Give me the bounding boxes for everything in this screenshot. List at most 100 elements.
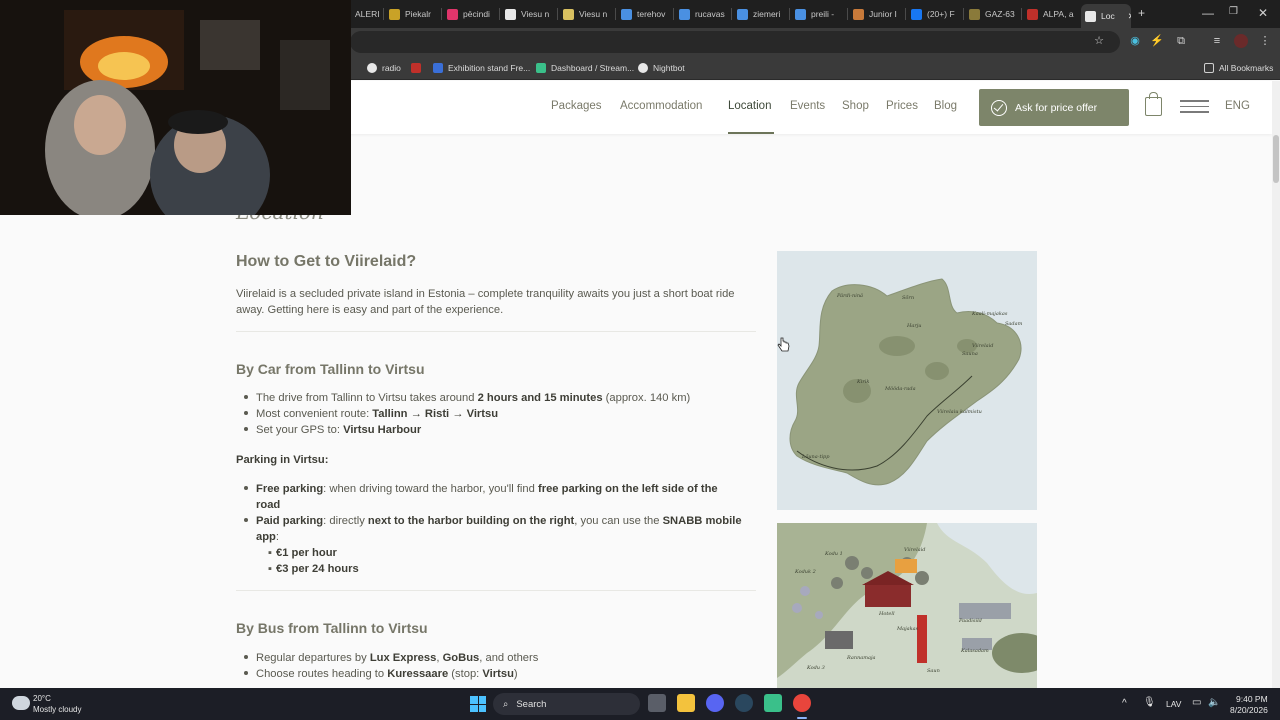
network-icon[interactable]: ▭ — [1192, 697, 1201, 708]
browser-tab[interactable]: preili - — [791, 4, 845, 24]
nav-packages[interactable]: Packages — [551, 100, 602, 112]
browser-tab[interactable]: GAZ-63 — [965, 4, 1019, 24]
browser-tab[interactable]: (20+) F — [907, 4, 961, 24]
clock-date[interactable]: 8/20/2026 — [1230, 705, 1268, 715]
list-item: Regular departures by Lux Express, GoBus… — [244, 650, 754, 666]
bookmark-exhibition[interactable]: Exhibition stand Fre... — [433, 61, 530, 75]
nav-events[interactable]: Events — [790, 100, 825, 112]
nav-shop[interactable]: Shop — [842, 100, 869, 112]
nav-prices[interactable]: Prices — [886, 100, 918, 112]
translate-extension-icon[interactable]: ⚡ — [1150, 34, 1164, 48]
island-map-graphic — [789, 278, 1022, 486]
tab-label: Viesu n — [579, 9, 608, 19]
microphone-icon[interactable]: 🎙 — [1143, 697, 1156, 708]
tab-favicon — [1027, 8, 1038, 20]
star-bookmark-icon[interactable]: ☆ — [1092, 34, 1106, 48]
tab-separator — [847, 8, 848, 20]
tree — [861, 567, 873, 579]
task-view-icon[interactable] — [648, 694, 666, 712]
list-item-continuation: road — [256, 499, 281, 511]
map-label: Kodu 3 — [807, 665, 825, 671]
taskbar-search[interactable]: ⌕ Search — [493, 693, 640, 715]
tab-favicon — [969, 8, 980, 20]
list-item: Most convenient route: Tallinn → Risti →… — [244, 406, 754, 422]
browser-tab[interactable]: Piekalr — [385, 4, 439, 24]
windows-start-icon[interactable] — [470, 696, 486, 712]
new-tab-button[interactable]: + — [1138, 6, 1145, 20]
file-explorer-icon[interactable] — [677, 694, 695, 712]
browser-tab[interactable]: Junior I — [849, 4, 903, 24]
weather-desc: Mostly cloudy — [33, 705, 82, 714]
tab-favicon — [795, 8, 806, 20]
language-selector[interactable]: ENG — [1225, 100, 1250, 112]
nav-accommodation[interactable]: Accommodation — [620, 100, 702, 112]
tab-label: ALPA, a — [1043, 9, 1074, 19]
browser-tab[interactable]: ALERI — [351, 4, 383, 24]
tree — [915, 571, 929, 585]
bookmark-nightbot[interactable]: Nightbot — [638, 61, 685, 75]
close-window-icon[interactable]: ✕ — [1258, 6, 1268, 20]
chrome-icon[interactable] — [793, 694, 811, 712]
shopping-bag-icon[interactable] — [1145, 92, 1162, 116]
main-lodge-building — [865, 583, 911, 607]
maximize-icon[interactable]: ❐ — [1229, 6, 1238, 17]
map-label: Saun — [927, 668, 940, 674]
minimize-icon[interactable]: — — [1202, 6, 1214, 20]
map-label: Mööda-rada — [885, 386, 916, 392]
media-control-icon[interactable]: ≡ — [1210, 34, 1224, 48]
browser-tab[interactable]: Viesu n — [501, 4, 555, 24]
map-label: Koduk 2 — [795, 569, 816, 575]
bus-section-heading: By Bus from Tallinn to Virtsu — [236, 620, 428, 636]
extensions-puzzle-icon[interactable]: ⧉ — [1174, 34, 1188, 48]
exhibition-favicon — [433, 63, 443, 73]
discord-icon[interactable] — [706, 694, 724, 712]
browser-tab[interactable]: pēcindi — [443, 4, 497, 24]
browser-tab[interactable]: ziemeri — [733, 4, 787, 24]
url-field[interactable] — [350, 31, 1120, 53]
map-label: Kirik — [857, 379, 870, 385]
check-circle-icon — [991, 99, 1007, 116]
close-tab-icon[interactable]: ✕ — [1128, 11, 1131, 22]
steam-icon[interactable] — [735, 694, 753, 712]
tab-label: pēcindi — [463, 9, 490, 19]
tab-favicon — [505, 8, 516, 20]
scrollbar-thumb[interactable] — [1273, 135, 1279, 183]
active-app-indicator — [797, 717, 807, 719]
search-icon: ⌕ — [503, 698, 509, 710]
folder-icon — [1204, 63, 1214, 73]
forest-patch — [879, 336, 915, 356]
browser-tab[interactable]: rucavas — [675, 4, 729, 24]
volume-icon[interactable]: 🔈 — [1208, 697, 1220, 708]
nav-location[interactable]: Location — [728, 100, 771, 112]
tab-separator — [441, 8, 442, 20]
shrub — [800, 586, 810, 596]
browser-tab[interactable]: terehov — [617, 4, 671, 24]
profile-avatar[interactable] — [1234, 34, 1248, 48]
chrome-menu-icon[interactable]: ⋮ — [1258, 34, 1272, 48]
hamburger-menu-icon[interactable] — [1180, 100, 1209, 114]
all-bookmarks[interactable]: All Bookmarks — [1204, 61, 1273, 75]
tray-chevron-icon[interactable]: ^ — [1122, 698, 1127, 709]
list-item: Set your GPS to: Virtsu Harbour — [244, 422, 754, 438]
map-label: Viirelaid — [972, 343, 994, 349]
nav-blog[interactable]: Blog — [934, 100, 957, 112]
bookmark-radio[interactable]: radio — [367, 61, 401, 75]
bookmark-dashboard[interactable]: Dashboard / Stream... — [536, 61, 634, 75]
weather-temp: 20°C — [33, 694, 51, 703]
browser-tab[interactable]: ALPA, a — [1023, 4, 1077, 24]
app-icon[interactable] — [764, 694, 782, 712]
tab-label: ziemeri — [753, 9, 781, 19]
shrub — [815, 611, 823, 619]
clock-time[interactable]: 9:40 PM — [1236, 694, 1268, 704]
bookmark-unnamed[interactable] — [411, 61, 421, 75]
face-left — [74, 95, 126, 155]
browser-tab[interactable]: Loc ✕ — [1081, 4, 1131, 28]
divider — [236, 590, 756, 591]
extension-icon[interactable]: ◉ — [1128, 34, 1142, 48]
keyboard-language[interactable]: LAV — [1166, 699, 1181, 709]
tab-label: preili - — [811, 9, 835, 19]
ask-price-offer-button[interactable]: Ask for price offer — [979, 89, 1129, 126]
browser-tab[interactable]: Viesu n — [559, 4, 613, 24]
sub-list-item: ▪ €3 per 24 hours — [268, 563, 359, 575]
weather-icon — [12, 696, 30, 710]
